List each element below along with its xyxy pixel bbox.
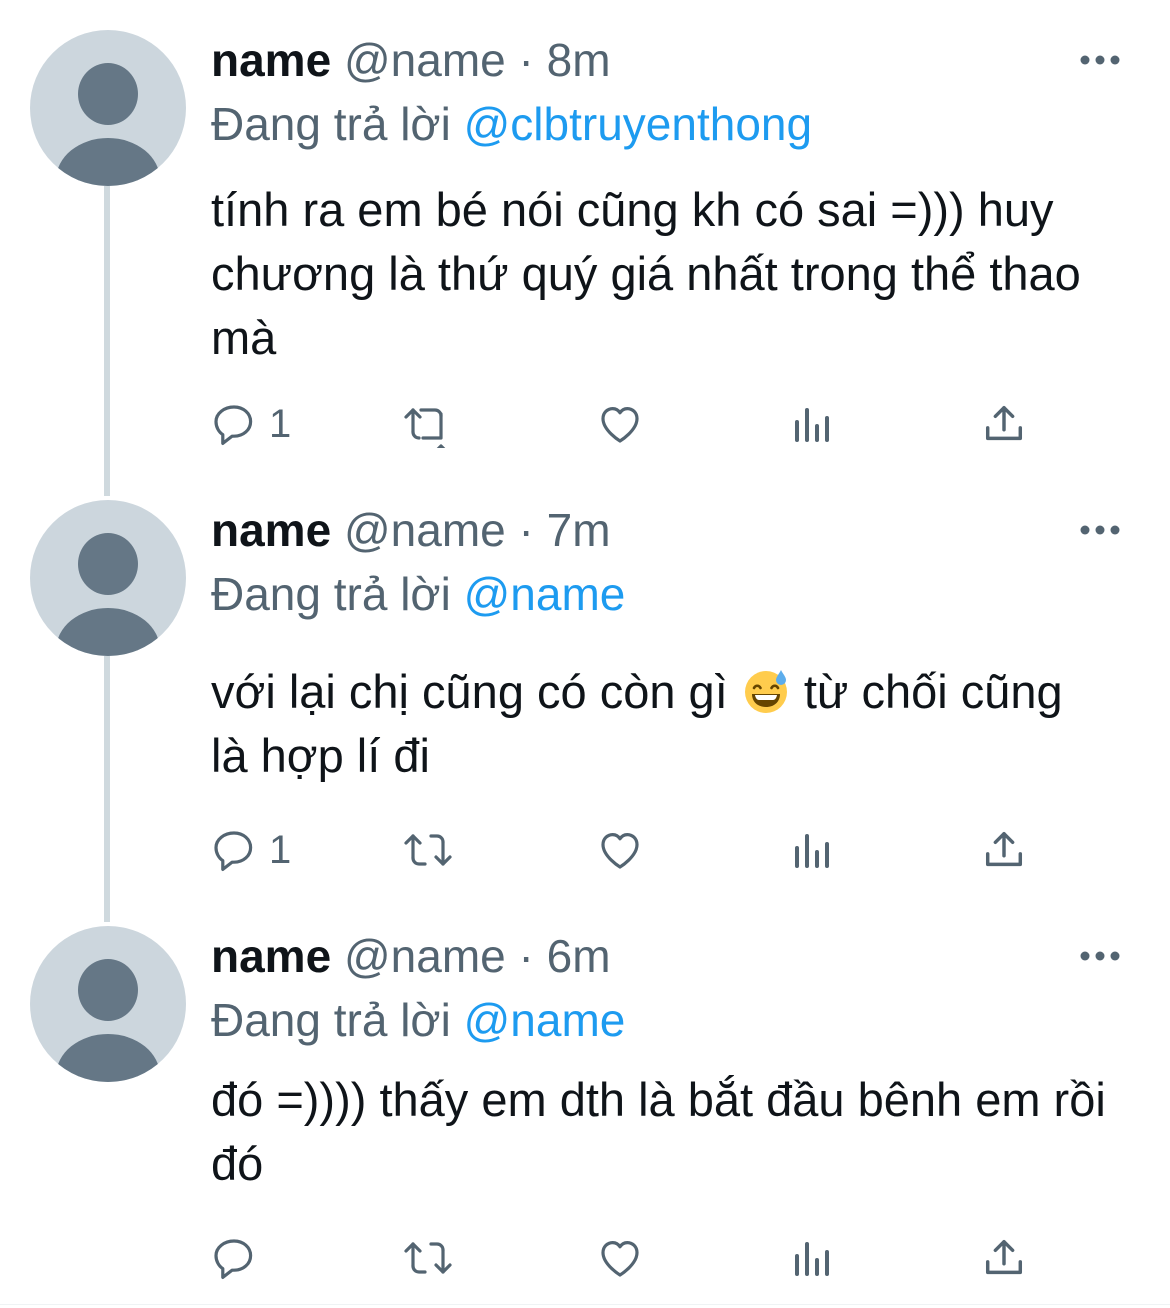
retweet-icon bbox=[404, 1242, 452, 1274]
like-button[interactable] bbox=[596, 1228, 644, 1288]
avatar[interactable] bbox=[30, 30, 186, 186]
tweet-text: đó =)))) thấy em dth là bắt đầu bênh em … bbox=[211, 1073, 1106, 1190]
tweet-header: name @name · 7m bbox=[211, 500, 611, 560]
views-bar-icon bbox=[795, 1242, 829, 1276]
timestamp[interactable]: 8m bbox=[547, 34, 611, 86]
reply-button[interactable] bbox=[211, 1228, 269, 1288]
like-button[interactable] bbox=[596, 394, 644, 454]
heart-icon bbox=[601, 407, 639, 443]
retweet-icon bbox=[404, 834, 452, 866]
more-button[interactable] bbox=[1060, 944, 1120, 968]
reply-bubble-icon bbox=[214, 1239, 253, 1279]
user-handle[interactable]: @name bbox=[344, 930, 506, 982]
more-button[interactable] bbox=[1060, 48, 1120, 72]
heart-icon bbox=[601, 833, 639, 869]
more-button[interactable] bbox=[1060, 518, 1120, 542]
display-name[interactable]: name bbox=[211, 930, 331, 982]
default-avatar-icon bbox=[56, 63, 160, 186]
share-upload-icon bbox=[985, 831, 1023, 867]
timestamp[interactable]: 7m bbox=[547, 504, 611, 556]
views-button[interactable] bbox=[791, 820, 835, 880]
display-name[interactable]: name bbox=[211, 34, 331, 86]
views-bar-icon bbox=[795, 408, 829, 442]
mention-link[interactable]: @name bbox=[464, 994, 626, 1046]
tweet-header: name @name · 6m bbox=[211, 926, 611, 986]
tweet-text: với lại chị cũng có còn gì từ chối cũng … bbox=[211, 660, 1111, 788]
retweet-button[interactable] bbox=[401, 394, 455, 454]
default-avatar-icon bbox=[56, 959, 160, 1082]
views-button[interactable] bbox=[791, 394, 835, 454]
tweet-text: tính ra em bé nói cũng kh có sai =))) hu… bbox=[211, 183, 1081, 364]
tweet[interactable]: name @name · 8m Đang trả lời @clbtruyent… bbox=[0, 30, 1170, 480]
reply-bubble-icon bbox=[214, 831, 253, 871]
replying-to: Đang trả lời @clbtruyenthong bbox=[211, 94, 812, 154]
heart-icon bbox=[601, 1241, 639, 1277]
share-upload-icon bbox=[985, 1239, 1023, 1275]
tweet-actions bbox=[211, 1228, 1051, 1288]
mention-link[interactable]: @name bbox=[464, 568, 626, 620]
user-handle[interactable]: @name bbox=[344, 504, 506, 556]
more-dots-icon bbox=[1080, 525, 1120, 535]
separator-dot: · bbox=[518, 504, 534, 556]
retweet-icon bbox=[404, 408, 446, 448]
reply-count: 1 bbox=[269, 402, 292, 446]
grinning-face-with-sweat-icon bbox=[744, 670, 787, 713]
like-button[interactable] bbox=[596, 820, 644, 880]
user-handle[interactable]: @name bbox=[344, 34, 506, 86]
views-bar-icon bbox=[795, 834, 829, 868]
reply-button[interactable]: 1 bbox=[211, 820, 291, 880]
default-avatar-icon bbox=[56, 533, 160, 656]
reply-bubble-icon bbox=[214, 405, 253, 445]
display-name[interactable]: name bbox=[211, 504, 331, 556]
more-dots-icon bbox=[1080, 951, 1120, 961]
replying-to-label: Đang trả lời bbox=[211, 98, 451, 150]
tweet-text-part: với lại chị cũng có còn gì bbox=[211, 665, 728, 718]
tweet[interactable]: name @name · 7m Đang trả lời @name với l… bbox=[0, 500, 1170, 920]
replying-to: Đang trả lời @name bbox=[211, 990, 625, 1050]
tweet-actions: 1 bbox=[211, 820, 1051, 880]
reply-button[interactable]: 1 bbox=[211, 394, 291, 454]
avatar[interactable] bbox=[30, 926, 186, 1082]
replying-to-label: Đang trả lời bbox=[211, 568, 451, 620]
tweet-header: name @name · 8m bbox=[211, 30, 611, 90]
share-button[interactable] bbox=[981, 394, 1027, 454]
mention-link[interactable]: @clbtruyenthong bbox=[464, 98, 812, 150]
tweet-actions: 1 bbox=[211, 394, 1051, 454]
reply-count: 1 bbox=[269, 828, 292, 872]
replying-to-label: Đang trả lời bbox=[211, 994, 451, 1046]
more-dots-icon bbox=[1080, 55, 1120, 65]
bottom-divider bbox=[0, 1304, 1170, 1305]
retweet-button[interactable] bbox=[401, 820, 455, 880]
tweet[interactable]: name @name · 6m Đang trả lời @name đó =)… bbox=[0, 926, 1170, 1296]
share-button[interactable] bbox=[981, 820, 1027, 880]
separator-dot: · bbox=[518, 930, 534, 982]
share-upload-icon bbox=[985, 405, 1023, 441]
views-button[interactable] bbox=[791, 1228, 835, 1288]
avatar[interactable] bbox=[30, 500, 186, 656]
separator-dot: · bbox=[518, 34, 534, 86]
share-button[interactable] bbox=[981, 1228, 1027, 1288]
timestamp[interactable]: 6m bbox=[547, 930, 611, 982]
retweet-button[interactable] bbox=[401, 1228, 455, 1288]
replying-to: Đang trả lời @name bbox=[211, 564, 625, 624]
